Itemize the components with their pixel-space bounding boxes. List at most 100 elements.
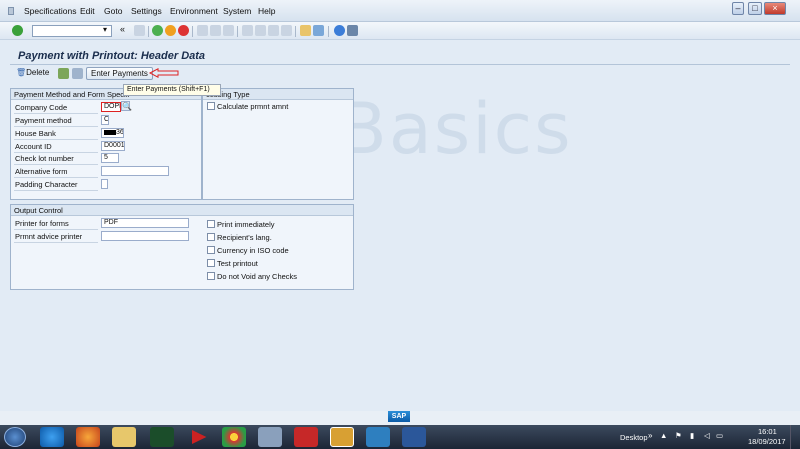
acrobat-icon[interactable] xyxy=(294,427,318,447)
company-code-input[interactable]: DOPD xyxy=(101,102,121,112)
print-immediately-checkbox[interactable] xyxy=(207,220,215,228)
find-icon[interactable] xyxy=(210,25,221,36)
menu-goto[interactable]: Goto xyxy=(104,6,122,16)
payment-method-input[interactable]: C xyxy=(101,115,109,125)
search-help-icon[interactable]: 🔍 xyxy=(121,101,132,111)
menu-settings[interactable]: Settings xyxy=(131,6,162,16)
tray-expand-icon[interactable]: » xyxy=(648,431,652,440)
ie-icon[interactable] xyxy=(40,427,64,447)
menu-environment[interactable]: Environment xyxy=(170,6,218,16)
trash-icon: 🗑 xyxy=(16,68,27,77)
printer-forms-input[interactable]: PDF xyxy=(101,218,189,228)
company-code-label: Company Code xyxy=(15,103,68,112)
sap-logo: SAP xyxy=(388,411,410,422)
tooltip: Enter Payments (Shift+F1) xyxy=(123,84,221,96)
divider xyxy=(14,126,98,127)
previous-page-icon[interactable] xyxy=(255,25,266,36)
divider xyxy=(14,152,98,153)
flag-icon[interactable]: ⚑ xyxy=(675,431,682,440)
deselect-icon[interactable] xyxy=(72,68,83,79)
last-page-icon[interactable] xyxy=(281,25,292,36)
print-icon[interactable] xyxy=(197,25,208,36)
menu-help[interactable]: Help xyxy=(258,6,275,16)
house-bank-input[interactable]: 36 xyxy=(101,128,124,138)
account-id-input[interactable]: D0001 xyxy=(101,141,125,151)
exit-icon[interactable] xyxy=(165,25,176,36)
explorer-icon[interactable] xyxy=(112,427,136,447)
menu-icon[interactable] xyxy=(8,7,14,15)
media-player-icon[interactable] xyxy=(192,430,207,444)
do-not-void-checkbox[interactable] xyxy=(207,272,215,280)
group-title: Output Control xyxy=(11,205,353,216)
recipient-lang-checkbox[interactable] xyxy=(207,233,215,241)
shortcut-icon[interactable] xyxy=(313,25,324,36)
divider xyxy=(14,190,98,191)
divider xyxy=(14,242,98,243)
enter-icon[interactable] xyxy=(12,25,23,36)
maximize-button[interactable]: □ xyxy=(748,2,762,15)
sap-logon-icon[interactable] xyxy=(330,427,354,447)
padding-character-label: Padding Character xyxy=(15,180,78,189)
padding-character-input[interactable] xyxy=(101,179,108,189)
help-icon[interactable] xyxy=(334,25,345,36)
page-title: Payment with Printout: Header Data xyxy=(18,50,206,62)
new-session-icon[interactable] xyxy=(300,25,311,36)
divider xyxy=(14,229,98,230)
divider xyxy=(14,113,98,114)
select-icon[interactable] xyxy=(58,68,69,79)
advice-printer-input[interactable] xyxy=(101,231,189,241)
volume-icon[interactable]: ◁ xyxy=(704,431,710,440)
dropdown-icon[interactable]: ▾ xyxy=(103,25,107,34)
main-content: PostalBasics Payment with Printout: Head… xyxy=(0,40,800,411)
minimize-button[interactable]: – xyxy=(732,2,744,15)
close-button[interactable]: × xyxy=(764,2,786,15)
word-icon[interactable] xyxy=(402,427,426,447)
clock-date[interactable]: 18/09/2017 xyxy=(748,437,786,446)
delete-button[interactable]: 🗑Delete xyxy=(16,68,49,77)
test-printout-label: Test printout xyxy=(217,259,258,268)
currency-iso-checkbox[interactable] xyxy=(207,246,215,254)
redaction-mark xyxy=(104,129,116,135)
find-next-icon[interactable] xyxy=(223,25,234,36)
menu-specifications[interactable]: Specifications xyxy=(24,6,76,16)
house-bank-value: 36 xyxy=(116,129,124,136)
payment-method-label: Payment method xyxy=(15,116,72,125)
next-page-icon[interactable] xyxy=(268,25,279,36)
command-field[interactable] xyxy=(32,25,112,37)
terminal-icon[interactable] xyxy=(150,427,174,447)
start-button[interactable] xyxy=(4,427,26,447)
do-not-void-label: Do not Void any Checks xyxy=(217,272,298,281)
test-printout-checkbox[interactable] xyxy=(207,259,215,267)
menu-edit[interactable]: Edit xyxy=(80,6,95,16)
advice-printer-label: Prmnt advice printer xyxy=(15,232,83,241)
back-icon[interactable] xyxy=(152,25,163,36)
network-icon[interactable]: ▮ xyxy=(690,431,694,440)
show-desktop-button[interactable] xyxy=(790,425,800,449)
standard-toolbar: ▾ « xyxy=(0,22,800,40)
tray-up-icon[interactable]: ▲ xyxy=(660,431,667,440)
ca-icon[interactable] xyxy=(366,427,390,447)
collapse-icon[interactable]: « xyxy=(120,24,125,34)
calc-payment-checkbox[interactable] xyxy=(207,102,215,110)
first-page-icon[interactable] xyxy=(242,25,253,36)
layout-menu-icon[interactable] xyxy=(347,25,358,36)
recipient-lang-label: Recipient's lang. xyxy=(217,233,272,242)
menu-system[interactable]: System xyxy=(223,6,251,16)
check-lot-input[interactable]: 5 xyxy=(101,153,119,163)
divider xyxy=(14,177,98,178)
house-bank-label: House Bank xyxy=(15,129,56,138)
separator xyxy=(192,26,193,37)
desktop-toolbar-label[interactable]: Desktop xyxy=(620,433,648,442)
cancel-icon[interactable] xyxy=(178,25,189,36)
snipping-tool-icon[interactable] xyxy=(258,427,282,447)
alternative-form-label: Alternative form xyxy=(15,167,68,176)
save-icon[interactable] xyxy=(134,25,145,36)
firefox-icon[interactable] xyxy=(76,427,100,447)
windows-taskbar: Desktop » ▲ ⚑ ▮ ◁ ▭ 16:01 18/09/2017 xyxy=(0,425,800,449)
alternative-form-input[interactable] xyxy=(101,166,169,176)
enter-payments-button[interactable]: Enter Payments xyxy=(86,67,153,80)
battery-icon[interactable]: ▭ xyxy=(716,431,723,440)
separator xyxy=(328,26,329,37)
clock-time[interactable]: 16:01 xyxy=(758,427,777,436)
chrome-icon[interactable] xyxy=(222,427,246,447)
